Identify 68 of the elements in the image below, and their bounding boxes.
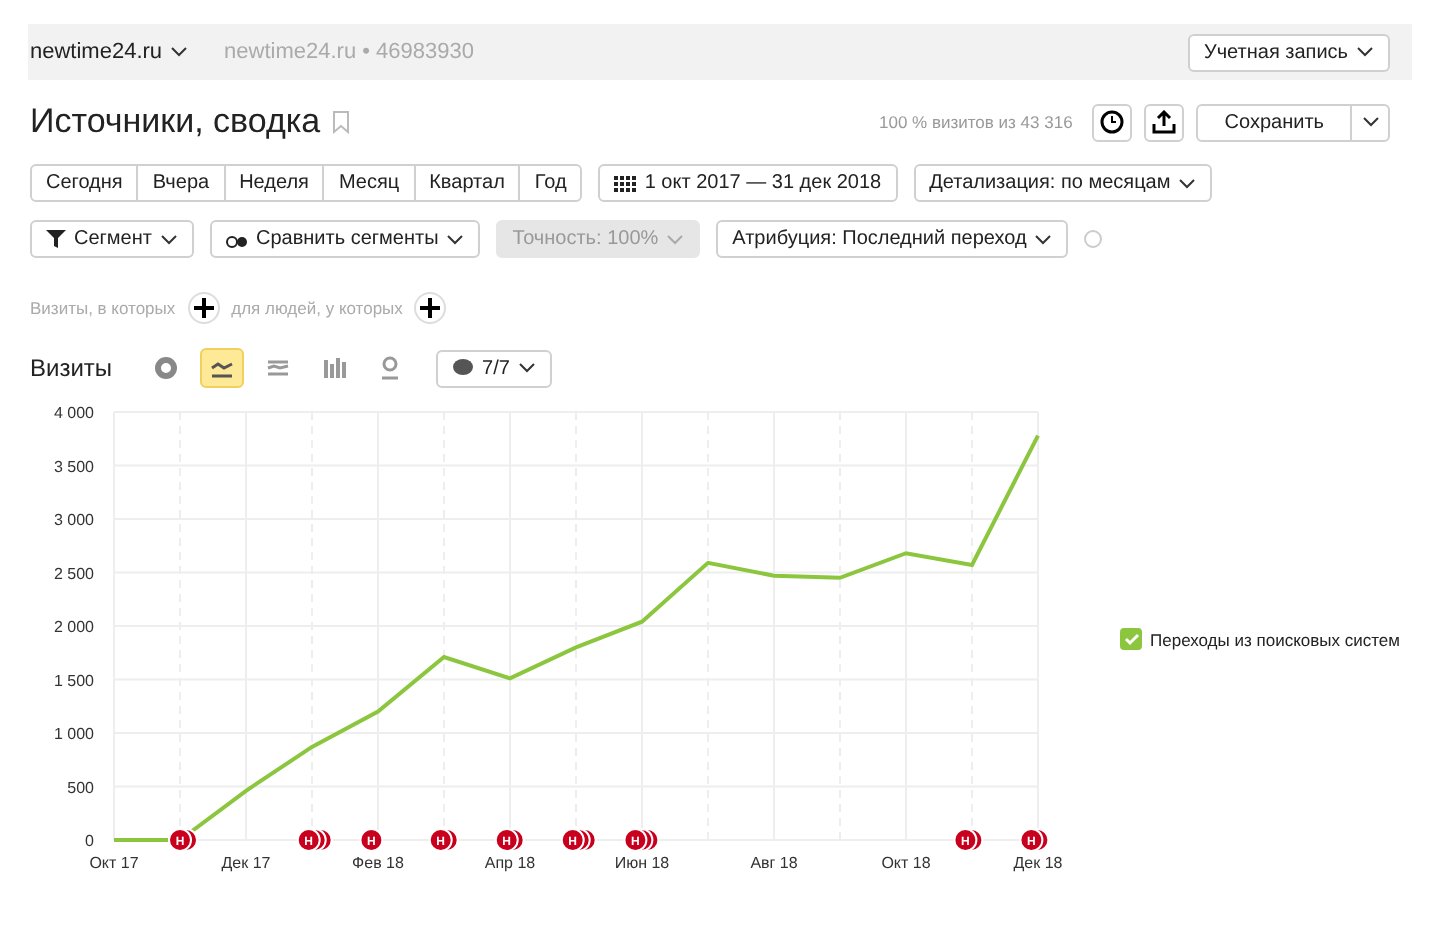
y-tick-label: 2 000 xyxy=(53,618,94,636)
y-tick-label: 0 xyxy=(85,832,94,850)
y-tick-label: 500 xyxy=(67,778,94,797)
caret-icon xyxy=(1356,46,1374,58)
page-title: Источники, сводка xyxy=(30,102,321,142)
upload-icon xyxy=(1152,110,1177,134)
bar-chart-icon xyxy=(322,356,347,380)
chart-title: Визиты xyxy=(30,354,113,382)
save-menu-button[interactable] xyxy=(1350,103,1390,141)
condition-label: для людей, у которых xyxy=(231,298,403,318)
history-button[interactable] xyxy=(1092,103,1133,141)
x-tick-label: Окт 17 xyxy=(89,854,139,872)
y-tick-label: 3 000 xyxy=(53,511,94,529)
y-tick-label: 4 000 xyxy=(53,404,94,422)
x-tick-label: Авг 18 xyxy=(750,854,798,872)
save-button[interactable]: Сохранить xyxy=(1196,103,1352,141)
map-chart-icon xyxy=(378,356,403,380)
caret-icon xyxy=(1178,177,1197,189)
filter-dropdown[interactable]: Атрибуция: Последний переход xyxy=(716,220,1069,258)
export-button[interactable] xyxy=(1144,103,1185,141)
calendar-icon xyxy=(614,175,637,191)
bookmark-icon[interactable] xyxy=(332,110,351,134)
caret-icon xyxy=(170,46,189,58)
caret-icon xyxy=(1361,116,1379,128)
period-button[interactable]: Квартал xyxy=(413,164,521,202)
account-button[interactable]: Учетная запись xyxy=(1187,33,1390,71)
period-button[interactable]: Сегодня xyxy=(30,164,139,202)
period-button[interactable]: Неделя xyxy=(223,164,325,202)
counter-id: newtime24.ru • 46983930 xyxy=(224,40,474,64)
condition-label: Визиты, в которых xyxy=(30,298,176,318)
caret-icon xyxy=(159,233,178,245)
caret-icon xyxy=(517,362,536,374)
comment-icon xyxy=(452,358,475,378)
x-tick-label: Апр 18 xyxy=(484,854,536,872)
area-chart-icon xyxy=(266,356,291,380)
site-selector[interactable]: newtime24.ru xyxy=(30,40,189,64)
x-tick-label: Окт 18 xyxy=(881,854,931,872)
filter-dropdown[interactable]: Сравнить сегменты xyxy=(209,220,481,258)
add-condition-button[interactable] xyxy=(414,292,447,324)
pie-chart-icon xyxy=(154,356,179,380)
visits-share: 100 % визитов из 43 316 xyxy=(879,112,1073,132)
plus-icon xyxy=(420,298,441,318)
clock-icon xyxy=(1100,110,1125,134)
date-range-button[interactable]: 1 окт 2017 — 31 дек 2018 xyxy=(598,164,898,202)
period-button[interactable]: Месяц xyxy=(322,164,416,202)
period-button[interactable]: Вчера xyxy=(136,164,226,202)
notes-button[interactable]: 7/7 xyxy=(436,349,552,387)
y-tick-label: 1 000 xyxy=(53,725,94,743)
caret-icon xyxy=(446,233,465,245)
x-tick-label: Дек 18 xyxy=(1013,854,1063,872)
y-tick-label: 2 500 xyxy=(53,564,94,583)
plus-icon xyxy=(193,298,214,318)
caret-icon xyxy=(666,233,685,245)
chart-type-button[interactable] xyxy=(200,348,245,388)
filter-dropdown[interactable]: Сегмент xyxy=(30,220,194,258)
drops-icon xyxy=(225,230,248,248)
legend-label: Переходы из поисковых систем xyxy=(1150,629,1400,649)
y-tick-label: 3 500 xyxy=(53,457,94,476)
x-tick-label: Дек 17 xyxy=(221,854,271,872)
legend-checkbox[interactable] xyxy=(1120,628,1142,650)
caret-icon xyxy=(1034,233,1053,245)
y-tick-label: 1 500 xyxy=(53,671,94,690)
filter-icon xyxy=(46,230,66,248)
add-condition-button[interactable] xyxy=(187,292,220,324)
x-tick-label: Июн 18 xyxy=(614,854,670,872)
x-tick-label: Фев 18 xyxy=(352,854,404,872)
period-button[interactable]: Год xyxy=(518,164,583,202)
detail-dropdown[interactable]: Детализация: по месяцам xyxy=(913,164,1213,202)
